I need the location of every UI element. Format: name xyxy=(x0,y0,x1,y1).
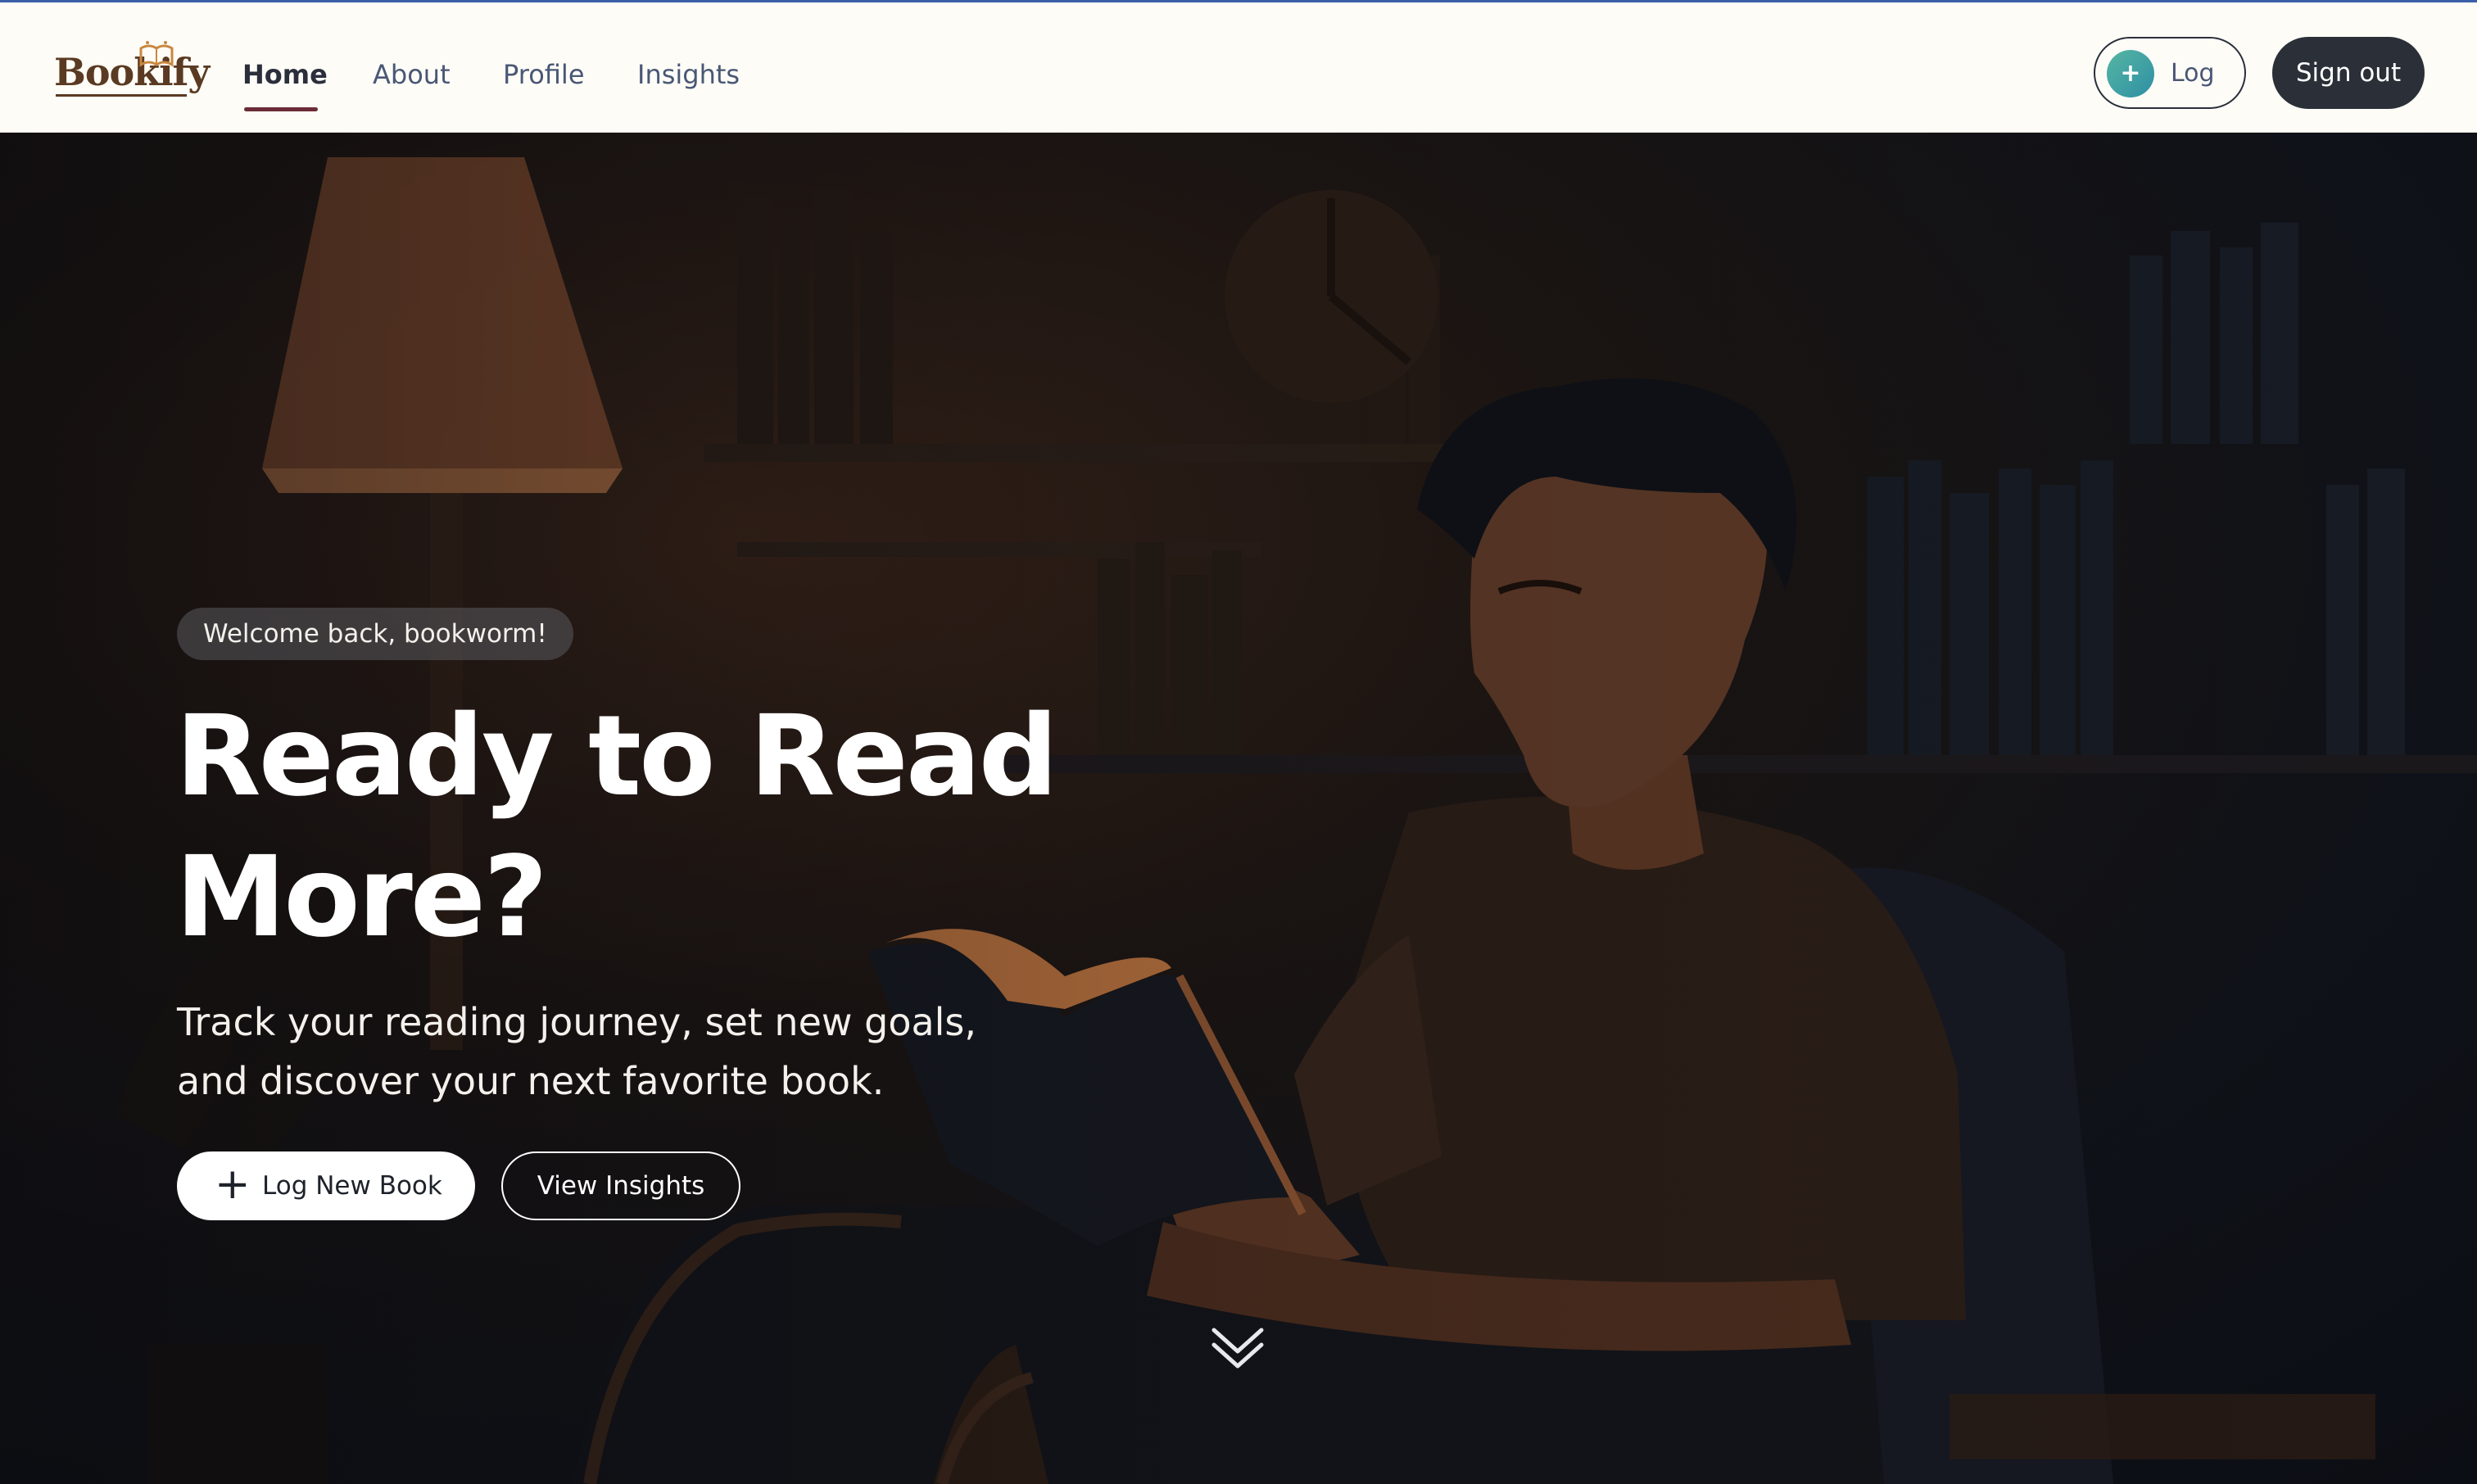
headline-line-2: More? xyxy=(175,833,548,962)
subtext-line-1: Track your reading journey, set new goal… xyxy=(177,1000,977,1044)
nav-about[interactable]: About xyxy=(373,57,451,93)
nav-profile[interactable]: Profile xyxy=(503,57,585,93)
log-button[interactable]: + Log xyxy=(2094,37,2246,109)
open-book-icon xyxy=(139,41,174,67)
log-button-label: Log xyxy=(2171,59,2215,88)
sign-out-button[interactable]: Sign out xyxy=(2272,37,2425,109)
double-chevron-down-icon[interactable] xyxy=(1209,1323,1266,1373)
hero-section: Welcome back, bookworm! Ready to Read Mo… xyxy=(0,133,2477,1484)
logo-wordmark: Bookify xyxy=(54,50,210,94)
welcome-badge: Welcome back, bookworm! xyxy=(177,608,573,660)
headline-line-1: Ready to Read xyxy=(175,692,1058,821)
hero-headline: Ready to Read More? xyxy=(175,686,1076,968)
plus-icon: + xyxy=(2107,50,2154,97)
logo-underline xyxy=(56,94,187,97)
view-insights-button[interactable]: View Insights xyxy=(501,1151,740,1220)
active-tab-indicator xyxy=(244,107,318,111)
nav-insights[interactable]: Insights xyxy=(637,57,740,93)
plus-icon: + xyxy=(215,1160,251,1209)
top-navbar: Bookify Home About Profile Insights + Lo… xyxy=(0,0,2477,133)
log-new-book-button[interactable]: + Log New Book xyxy=(177,1151,475,1220)
hero-subtext: Track your reading journey, set new goal… xyxy=(177,993,996,1111)
log-new-book-label: Log New Book xyxy=(262,1171,442,1201)
bookify-logo[interactable]: Bookify xyxy=(54,40,210,102)
nav-home[interactable]: Home xyxy=(242,57,328,93)
subtext-line-2: and discover your next favorite book. xyxy=(177,1059,885,1103)
